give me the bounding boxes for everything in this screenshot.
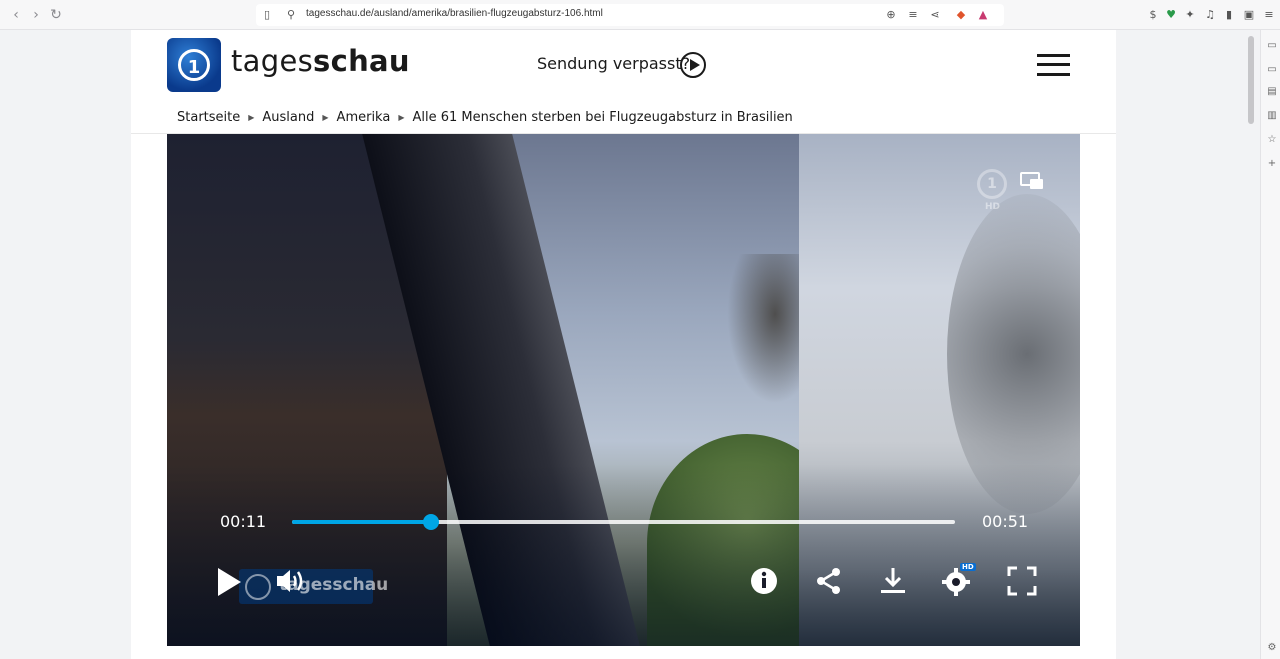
brand-bold: schau: [313, 44, 410, 78]
add-panel-icon[interactable]: +: [1266, 158, 1278, 170]
brand-wordmark[interactable]: tagesschau: [231, 44, 410, 78]
volume-button[interactable]: [275, 566, 305, 596]
video-control-shade: [167, 464, 1080, 646]
video-palm: [727, 254, 807, 404]
side-panel: ▭ ▭ ▤ ▥ ☆ + ⚙: [1260, 30, 1280, 659]
url-text[interactable]: tagesschau.de/ausland/amerika/brasilien-…: [306, 8, 603, 19]
address-bar[interactable]: ▯ ⚲ tagesschau.de/ausland/amerika/brasil…: [256, 4, 1004, 26]
breadcrumb-current: Alle 61 Menschen sterben bei Flugzeugabs…: [412, 110, 793, 125]
breadcrumb-startseite[interactable]: Startseite: [177, 110, 240, 125]
shield-icon[interactable]: ◆: [954, 8, 968, 22]
site-settings-icon[interactable]: ⚲: [284, 8, 298, 22]
breadcrumb-separator-icon: ▶: [398, 113, 405, 122]
panel-icon-5[interactable]: ☆: [1266, 134, 1278, 146]
channel-watermark-icon: 1: [977, 169, 1007, 199]
panel-icon-4[interactable]: ▥: [1266, 110, 1278, 122]
breadcrumb-separator-icon: ▶: [248, 113, 255, 122]
current-time: 00:11: [220, 512, 267, 531]
download-icon: [881, 568, 905, 593]
fullscreen-button[interactable]: [1007, 566, 1037, 596]
panel-icon-3[interactable]: ▤: [1266, 86, 1278, 98]
info-icon: [751, 568, 777, 594]
tagesschau-logo[interactable]: 1: [167, 38, 221, 92]
music-icon[interactable]: ♫: [1203, 8, 1217, 22]
panel-icon-1[interactable]: ▭: [1266, 40, 1278, 52]
puzzle-icon[interactable]: ✦: [1183, 8, 1197, 22]
share-icon: [817, 568, 840, 594]
logo-one-glyph: 1: [187, 57, 201, 78]
share-icon[interactable]: ⋖: [928, 8, 942, 22]
breadcrumb: Startseite ▶ Ausland ▶ Amerika ▶ Alle 61 Mensc…: [177, 110, 793, 128]
wallet-icon[interactable]: ▣: [1242, 8, 1256, 22]
fullscreen-icon: [1007, 566, 1037, 596]
sidebar-icon[interactable]: ▮: [1222, 8, 1236, 22]
triangle-icon[interactable]: ▲: [976, 8, 990, 22]
forward-icon[interactable]: ›: [28, 7, 44, 23]
share-button[interactable]: [814, 566, 844, 596]
play-icon: [218, 568, 241, 596]
picture-in-picture-icon[interactable]: [1020, 172, 1044, 190]
shield-check-icon[interactable]: ♥: [1164, 8, 1178, 22]
info-button[interactable]: [749, 566, 779, 596]
bookmark-icon[interactable]: ▯: [260, 8, 274, 22]
sendung-verpasst-link[interactable]: Sendung verpasst?: [537, 54, 690, 73]
page-scrollbar[interactable]: [1248, 36, 1254, 124]
back-icon[interactable]: ‹: [8, 7, 24, 23]
video-player[interactable]: 1 HD 00:11 00:51 tagesschau HD: [167, 134, 1080, 646]
hamburger-menu-icon[interactable]: [1037, 54, 1070, 76]
hd-badge: HD: [960, 563, 976, 571]
breadcrumb-separator-icon: ▶: [322, 113, 329, 122]
panel-icon-2[interactable]: ▭: [1266, 64, 1278, 76]
settings-button[interactable]: HD: [942, 563, 976, 596]
reader-icon[interactable]: ≡: [906, 8, 920, 22]
logo-ring: 1: [178, 49, 210, 81]
panel-settings-icon[interactable]: ⚙: [1266, 642, 1278, 654]
play-button[interactable]: [213, 566, 243, 596]
download-button[interactable]: [878, 566, 908, 596]
progress-fill: [292, 520, 432, 524]
play-circle-icon[interactable]: [680, 52, 706, 78]
hd-watermark: HD: [985, 202, 1001, 212]
breadcrumb-ausland[interactable]: Ausland: [262, 110, 314, 125]
brand-light: tages: [231, 44, 314, 78]
duration: 00:51: [982, 512, 1029, 531]
reload-icon[interactable]: ↻: [48, 7, 64, 23]
browser-toolbar: ‹ › ↻ ▯ ⚲ tagesschau.de/ausland/amerika/…: [0, 0, 1280, 30]
volume-icon: [277, 570, 303, 592]
progress-bar[interactable]: [292, 514, 955, 530]
breadcrumb-amerika[interactable]: Amerika: [337, 110, 391, 125]
menu-icon[interactable]: ≡: [1262, 8, 1276, 22]
overlay-logo-icon: [245, 574, 271, 600]
zoom-icon[interactable]: ⊕: [884, 8, 898, 22]
extension-icon[interactable]: $: [1146, 8, 1160, 22]
